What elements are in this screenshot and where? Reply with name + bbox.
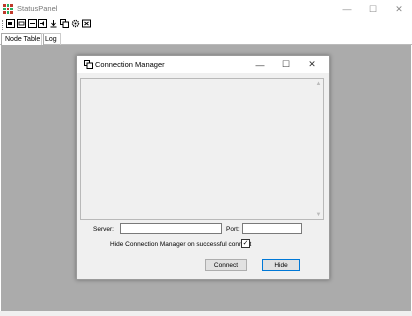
minimize-icon: — [255,59,265,70]
toolbar-download-button[interactable] [49,19,58,28]
tab-strip: Node Table Log [0,32,412,45]
copy-icon [60,19,69,28]
server-input[interactable] [120,223,222,234]
port-label: Port: [226,226,240,233]
toolbar-copy-button[interactable] [60,19,69,28]
connect-icon [6,19,15,28]
dialog-maximize-button[interactable]: ☐ [273,56,299,73]
dialog-close-button[interactable]: ✕ [299,56,325,73]
app-titlebar: StatusPanel — ☐ ✕ [0,0,412,18]
maximize-icon: ☐ [368,3,378,14]
tab-node-table[interactable]: Node Table [1,33,45,45]
scroll-up-icon[interactable]: ▲ [314,79,323,88]
connection-manager-dialog: Connection Manager — ☐ ✕ ▲ ▼ Server: Por… [76,55,330,280]
checkmark-icon: ✓ [242,240,249,247]
hide-checkbox-label: Hide Connection Manager on successful co… [110,241,252,248]
image-icon [17,19,26,28]
speaker-icon [38,19,47,28]
close-icon: ✕ [308,59,316,69]
dialog-title: Connection Manager [95,60,165,69]
export-icon [82,19,91,28]
status-bar [0,311,412,316]
connect-button[interactable]: Connect [205,259,247,271]
toolbar-image-button[interactable] [17,19,26,28]
tab-log[interactable]: Log [41,33,61,45]
scroll-down-icon[interactable]: ▼ [314,210,323,219]
minimize-button[interactable]: — [334,0,360,18]
minimize-icon: — [342,4,352,14]
settings-icon [71,19,80,28]
port-input[interactable] [242,223,302,234]
close-button[interactable]: ✕ [386,0,412,18]
toolbar [0,18,412,32]
toolbar-settings-button[interactable] [71,19,80,28]
maximize-button[interactable]: ☐ [360,0,386,18]
dialog-minimize-button[interactable]: — [247,56,273,73]
toolbar-grip[interactable] [2,20,4,30]
download-icon [50,20,57,28]
server-label: Server: [93,226,114,233]
dialog-titlebar: Connection Manager — ☐ ✕ [77,56,329,73]
hide-on-connect-checkbox[interactable]: ✓ [241,239,250,248]
toolbar-connect-button[interactable] [6,19,15,28]
app-grid-icon [3,4,13,14]
app-title: StatusPanel [17,4,58,13]
window-icon [28,19,37,28]
toolbar-speaker-button[interactable] [38,19,47,28]
connection-log-area[interactable]: ▲ ▼ [80,78,324,220]
hide-button[interactable]: Hide [262,259,300,271]
log-scrollbar[interactable]: ▲ ▼ [314,79,323,219]
toolbar-export-button[interactable] [82,19,91,28]
maximize-icon: ☐ [281,59,291,69]
connection-icon [84,60,93,69]
toolbar-window-button[interactable] [28,19,37,28]
close-icon: ✕ [395,3,403,14]
